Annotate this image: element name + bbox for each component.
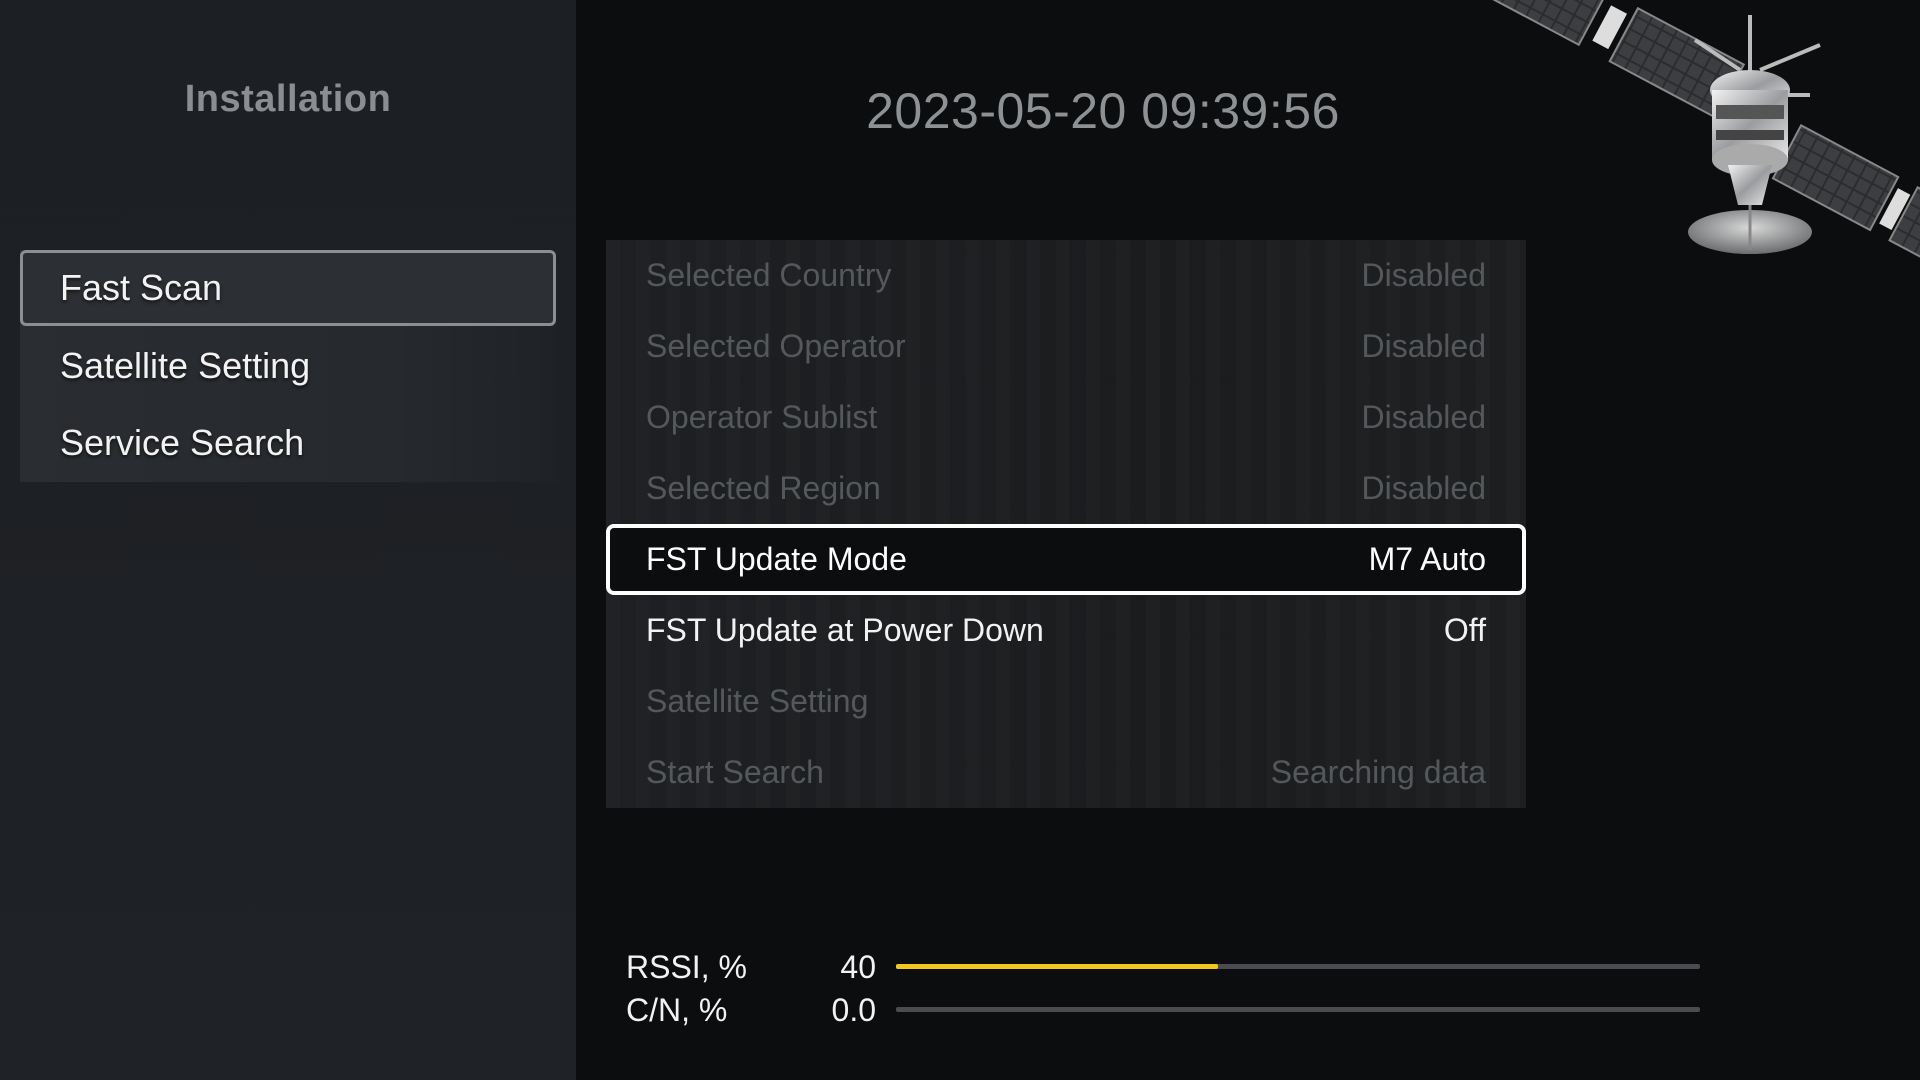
- setting-value: Disabled: [1361, 399, 1486, 435]
- rssi-label: RSSI, %: [626, 949, 747, 985]
- setting-row-satellite-setting: Satellite Setting: [606, 666, 1526, 737]
- setting-label: Satellite Setting: [646, 683, 869, 719]
- rssi-bar-track: [896, 964, 1700, 969]
- setting-row-fst-update-mode[interactable]: FST Update Mode M7 Auto: [606, 524, 1526, 595]
- setting-value: Disabled: [1361, 257, 1486, 293]
- setting-value: Searching data: [1270, 754, 1486, 790]
- menu-item-service-search[interactable]: Service Search: [20, 405, 556, 481]
- cn-value: 0.0: [831, 992, 876, 1028]
- menu-item-satellite-setting[interactable]: Satellite Setting: [20, 328, 556, 404]
- setting-row-start-search: Start Search Searching data: [606, 737, 1526, 808]
- setting-value: Disabled: [1361, 470, 1486, 506]
- cn-meter: C/N, % 0.0: [626, 988, 1700, 1032]
- satellite-icon: [1450, 0, 1920, 280]
- menu-item-fast-scan[interactable]: Fast Scan: [20, 250, 556, 326]
- sidebar-title: Installation: [184, 78, 392, 120]
- setting-label: Selected Country: [646, 257, 892, 293]
- setting-value: Off: [1443, 612, 1486, 648]
- setting-label: Selected Region: [646, 470, 881, 506]
- setting-row-selected-region: Selected Region Disabled: [606, 453, 1526, 524]
- setting-row-selected-operator: Selected Operator Disabled: [606, 311, 1526, 382]
- sidebar: Installation Fast Scan Satellite Setting…: [0, 0, 576, 1080]
- installation-screen: Installation Fast Scan Satellite Setting…: [0, 0, 1920, 1080]
- setting-row-operator-sublist: Operator Sublist Disabled: [606, 382, 1526, 453]
- cn-label: C/N, %: [626, 992, 728, 1028]
- cn-bar-track: [896, 1007, 1700, 1012]
- setting-label: Selected Operator: [646, 328, 906, 364]
- setting-label: Operator Sublist: [646, 399, 878, 435]
- setting-value: M7 Auto: [1368, 541, 1486, 577]
- fast-scan-settings-list: Selected Country Disabled Selected Opera…: [606, 240, 1526, 808]
- sidebar-menu: Fast Scan Satellite Setting Service Sear…: [20, 250, 556, 482]
- setting-row-fst-update-at-power-down[interactable]: FST Update at Power Down Off: [606, 595, 1526, 666]
- setting-label: FST Update at Power Down: [646, 612, 1044, 648]
- setting-row-selected-country: Selected Country Disabled: [606, 240, 1526, 311]
- rssi-meter: RSSI, % 40: [626, 945, 1700, 989]
- setting-value: Disabled: [1361, 328, 1486, 364]
- setting-label: Start Search: [646, 754, 824, 790]
- rssi-bar-fill: [896, 964, 1218, 969]
- rssi-value: 40: [840, 949, 876, 985]
- setting-label: FST Update Mode: [646, 541, 907, 577]
